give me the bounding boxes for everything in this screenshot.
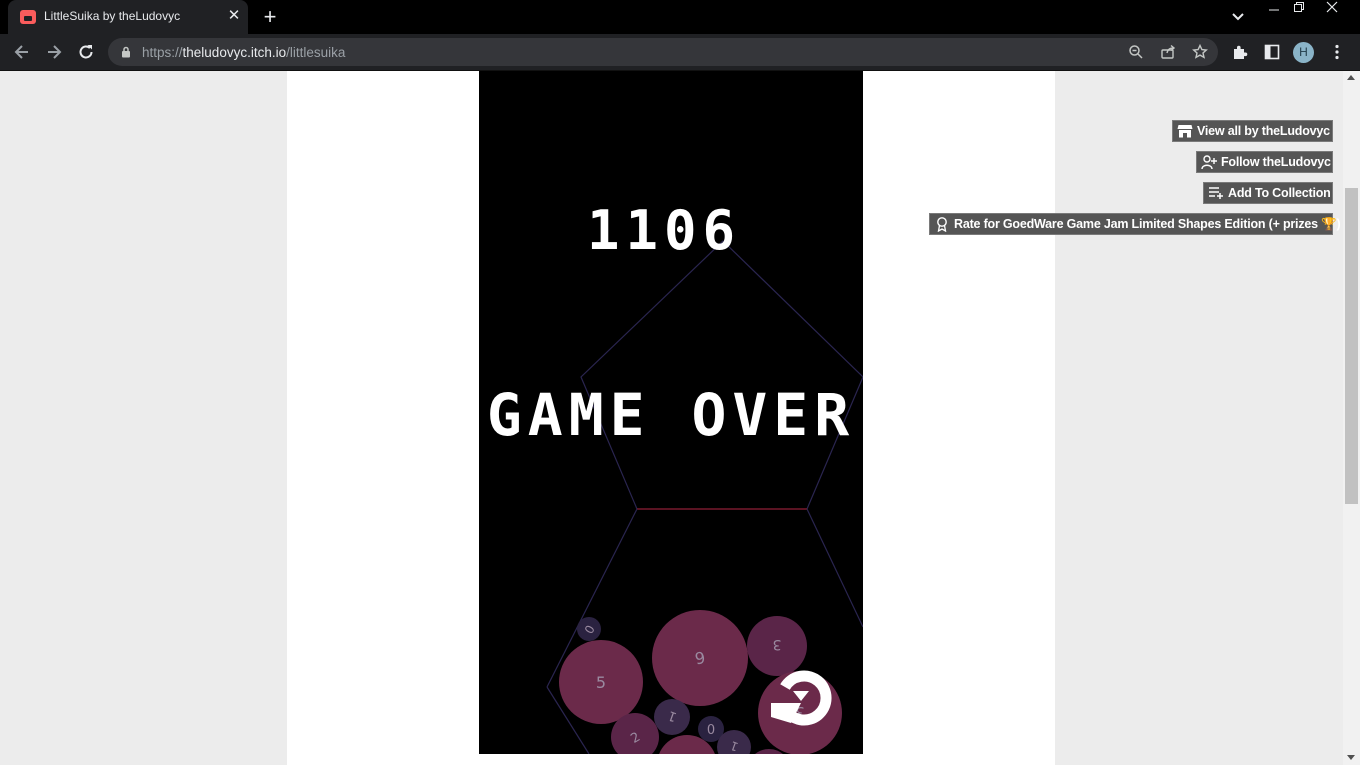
restart-icon[interactable] [771,665,835,729]
playlist-add-icon [1209,187,1223,199]
tab-title: LittleSuika by theLudovyc [44,9,181,23]
follow-label: Follow theLudovyc [1221,155,1331,169]
svg-text:5: 5 [596,673,606,692]
game-canvas[interactable]: 5 6 3 0 1 0 2 1 3 1106 GAME OVER [479,71,863,754]
svg-text:3: 3 [773,636,782,652]
rate-jam-label: Rate for GoedWare Game Jam Limited Shape… [954,216,1341,231]
extensions-puzzle-icon[interactable] [1231,43,1249,61]
add-to-collection-button[interactable]: Add To Collection [1203,182,1333,204]
scroll-down-arrow-icon[interactable] [1347,755,1355,760]
game-score: 1106 [586,199,742,262]
game-over-text: GAME OVER [486,381,856,449]
rate-jam-button[interactable]: Rate for GoedWare Game Jam Limited Shape… [929,213,1341,235]
forward-arrow-icon[interactable] [44,42,64,62]
zoom-icon[interactable] [1128,44,1144,60]
fruit-ball: 0 [577,617,601,641]
bookmark-star-icon[interactable] [1192,44,1208,60]
follow-button[interactable]: Follow theLudovyc [1196,151,1333,173]
side-panel-icon[interactable] [1263,43,1281,61]
tab-search-chevron-icon[interactable] [1228,8,1248,26]
store-icon [1177,125,1193,138]
share-icon[interactable] [1160,44,1176,60]
restore-icon[interactable] [1285,0,1313,20]
add-user-icon [1201,155,1217,170]
url-text: https://theludovyc.itch.io/littlesuika [142,45,345,60]
new-tab-button[interactable]: + [259,6,281,28]
itchio-favicon-icon [20,10,36,24]
award-ribbon-icon [937,217,947,232]
url-host: theludovyc.itch.io [182,45,287,60]
fruit-ball: 6 [652,610,748,706]
lock-icon[interactable] [120,46,132,58]
view-all-label: View all by theLudovyc [1197,124,1330,138]
minimize-icon[interactable] [1260,0,1288,20]
url-prefix: https:// [142,45,183,60]
close-tab-icon[interactable]: ✕ [226,8,242,24]
profile-avatar[interactable]: H [1293,42,1314,63]
lower-right-wall [806,508,863,628]
browser-toolbar: https://theludovyc.itch.io/littlesuika H [0,34,1360,70]
url-path: /littlesuika [286,45,346,60]
reload-icon[interactable] [76,42,96,62]
page-scrollbar[interactable] [1343,71,1360,765]
browser-tab[interactable]: LittleSuika by theLudovyc ✕ [8,0,248,34]
svg-text:0: 0 [707,723,715,738]
fruit-ball: 1 [654,699,690,735]
address-bar[interactable]: https://theludovyc.itch.io/littlesuika [108,38,1218,66]
add-collection-label: Add To Collection [1228,186,1331,200]
tab-strip: LittleSuika by theLudovyc ✕ + [0,0,1360,34]
back-arrow-icon[interactable] [12,42,32,62]
upper-pentagon-outline [580,240,863,510]
view-all-button[interactable]: View all by theLudovyc [1172,120,1333,142]
fruit-ball: 5 [559,640,643,724]
scroll-up-arrow-icon[interactable] [1347,75,1355,80]
scrollbar-thumb[interactable] [1345,188,1358,504]
more-menu-icon[interactable] [1328,43,1346,61]
close-window-icon[interactable] [1318,0,1346,20]
